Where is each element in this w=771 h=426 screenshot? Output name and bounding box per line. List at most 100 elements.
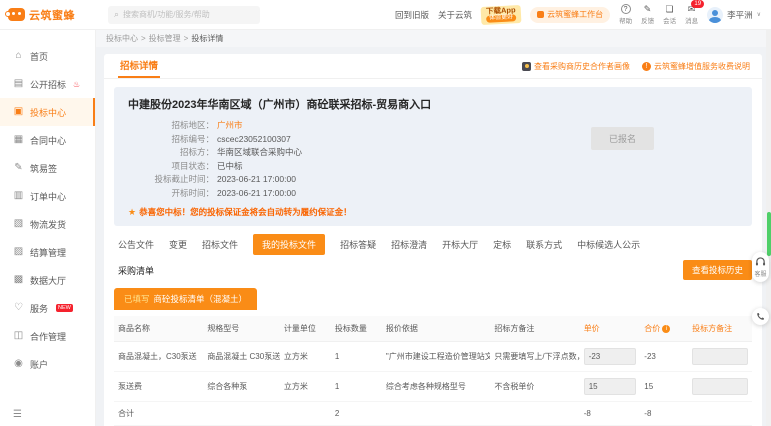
tab-winner-publicity[interactable]: 中标候选人公示 <box>577 238 640 251</box>
cell-total-label: 合计 <box>114 402 203 426</box>
win-notice-text: 恭喜您中标！您的投标保证金将会自动转为履约保证金！ <box>139 206 352 218</box>
tab-clarification[interactable]: 招标澄清 <box>391 238 427 251</box>
about-link[interactable]: 关于云筑 <box>438 9 472 21</box>
tab-announcement-files[interactable]: 公告文件 <box>118 238 154 251</box>
tab-changes[interactable]: 变更 <box>169 238 187 251</box>
download-app-badge[interactable]: 下载App 体验更好 <box>481 5 522 25</box>
sidebar-item-bid-center[interactable]: ▣ 投标中心 <box>0 98 95 126</box>
sidebar-item-data-hall[interactable]: ▩ 数据大厅 <box>0 266 95 294</box>
data-hall-icon: ▩ <box>13 275 24 285</box>
purchaser-portrait-link[interactable]: 查看采购商历史合作者画像 <box>522 61 630 72</box>
sidebar-item-settlement[interactable]: ▨ 结算管理 <box>0 238 95 266</box>
content-scroll-area[interactable]: 招标详情 查看采购商历史合作者画像 ! 云筑蜜蜂增值服务收费说明 <box>96 47 771 426</box>
sidebar-item-label: 物流发货 <box>30 218 66 231</box>
tab-contact[interactable]: 联系方式 <box>526 238 562 251</box>
cell-product-name: 商品混凝土，C30泵送 <box>114 342 203 372</box>
field-value: 2023-06-21 17:00:00 <box>217 173 296 187</box>
field-open-time: 开标时间： 2023-06-21 17:00:00 <box>128 187 738 201</box>
col-product-name: 商品名称 <box>114 316 203 342</box>
breadcrumb-item[interactable]: 投标管理 <box>149 33 181 44</box>
top-right-area: 回到旧版 关于云筑 下载App 体验更好 云筑蜜蜂工作台 ? 帮助 ✎ 反馈 <box>395 4 771 25</box>
workspace-icon <box>537 11 544 18</box>
feedback-button[interactable]: ✎ 反馈 <box>641 4 654 25</box>
account-icon: ◉ <box>13 359 24 369</box>
chat-button[interactable]: ❏ 会话 <box>663 4 676 25</box>
col-unit-price: 单价 <box>580 316 641 342</box>
sidebar-item-account[interactable]: ◉ 账户 <box>0 350 95 378</box>
tab-bid-documents[interactable]: 招标文件 <box>202 238 238 251</box>
bid-center-icon: ▣ <box>13 107 24 117</box>
open-bidding-icon: ▤ <box>13 79 24 89</box>
top-bar: 云筑蜜蜂 ⌕ 回到旧版 关于云筑 下载App 体验更好 云筑蜜蜂工作台 ? 帮助 <box>0 0 771 30</box>
breadcrumb: 投标中心 > 投标管理 > 投标详情 <box>96 30 771 47</box>
sidebar-item-label: 首页 <box>30 50 48 63</box>
sidebar-item-label: 合同中心 <box>30 134 66 147</box>
cell-unit: 立方米 <box>280 342 331 372</box>
tab-opening-hall[interactable]: 开标大厅 <box>442 238 478 251</box>
sidebar-item-services[interactable]: ♡ 服务 NEW <box>0 294 95 322</box>
field-label: 项目状态： <box>128 160 214 174</box>
app-logo[interactable]: 云筑蜜蜂 <box>0 7 96 23</box>
sidebar-item-logistics[interactable]: ▧ 物流发货 <box>0 210 95 238</box>
tab-award[interactable]: 定标 <box>493 238 511 251</box>
sidebar: ⌂ 首页 ▤ 公开招标 ♨ ▣ 投标中心 ▦ 合同中心 ✎ 筑易签 ▥ <box>0 30 96 426</box>
info-icon[interactable]: i <box>662 325 670 333</box>
sheet-tab-label: 商砼投标清单（混凝土） <box>154 293 248 305</box>
bidder-remark-input[interactable] <box>692 348 748 365</box>
cell-price-basis: "广州市建设工程造价管理站文件... <box>382 342 490 372</box>
cooperation-icon: ◫ <box>13 331 24 341</box>
workspace-badge[interactable]: 云筑蜜蜂工作台 <box>530 7 610 23</box>
field-label: 开标时间： <box>128 187 214 201</box>
sidebar-item-label: 账户 <box>30 358 48 371</box>
cell-spec: 综合各种泵 <box>203 372 280 402</box>
message-button[interactable]: ✉ 消息 19 <box>685 4 698 25</box>
bee-robot-logo-icon <box>8 8 25 21</box>
chat-label: 会话 <box>663 15 676 25</box>
field-label: 招标编号： <box>128 133 214 147</box>
unit-price-input[interactable] <box>584 348 637 365</box>
vertical-scrollbar[interactable] <box>766 30 771 426</box>
breadcrumb-item[interactable]: 投标中心 <box>106 33 138 44</box>
search-icon: ⌕ <box>114 10 119 19</box>
scrollbar-thumb[interactable] <box>767 212 771 256</box>
bidder-remark-input[interactable] <box>692 378 748 395</box>
app-window: 云筑蜜蜂 ⌕ 回到旧版 关于云筑 下载App 体验更好 云筑蜜蜂工作台 ? 帮助 <box>0 0 771 426</box>
sidebar-item-home[interactable]: ⌂ 首页 <box>0 42 95 70</box>
bid-title: 中建股份2023年华南区域（广州市）商砼联采招标-贸易商入口 <box>128 96 738 112</box>
sidebar-item-label: 服务 <box>30 302 48 315</box>
tab-my-bid-documents[interactable]: 我的投标文件 <box>253 234 325 255</box>
field-deadline: 投标截止时间： 2023-06-21 17:00:00 <box>128 173 738 187</box>
sidebar-collapse-icon[interactable]: ☰ <box>13 409 22 420</box>
global-search[interactable]: ⌕ <box>108 6 260 24</box>
sidebar-item-open-bidding[interactable]: ▤ 公开招标 ♨ <box>0 70 95 98</box>
concrete-sheet-tab[interactable]: 已填写 商砼投标清单（混凝土） <box>114 288 257 310</box>
tab-qa[interactable]: 招标答疑 <box>340 238 376 251</box>
table-row: 泵送费 综合各种泵 立方米 1 综合考虑各种规格型号 不含税单价 15 <box>114 372 752 402</box>
registered-button[interactable]: 已报名 <box>591 127 654 150</box>
search-input[interactable] <box>123 10 254 19</box>
help-button[interactable]: ? 帮助 <box>619 4 632 25</box>
feedback-label: 反馈 <box>641 15 654 25</box>
sidebar-item-contract-center[interactable]: ▦ 合同中心 <box>0 126 95 154</box>
fee-link-label: 云筑蜜蜂增值服务收费说明 <box>654 61 750 72</box>
cell-total-qty: 2 <box>331 402 382 426</box>
field-label: 招标方： <box>128 146 214 160</box>
view-bid-history-button[interactable]: 查看投标历史 <box>683 260 752 280</box>
sidebar-item-cooperation[interactable]: ◫ 合作管理 <box>0 322 95 350</box>
filled-status-label: 已填写 <box>124 293 150 305</box>
headset-icon <box>755 257 766 267</box>
sidebar-item-order-center[interactable]: ▥ 订单中心 <box>0 182 95 210</box>
col-owner-remark: 招标方备注 <box>490 316 579 342</box>
unit-price-input[interactable] <box>584 378 637 395</box>
old-version-link[interactable]: 回到旧版 <box>395 9 429 21</box>
service-fee-link[interactable]: ! 云筑蜜蜂增值服务收费说明 <box>642 61 750 72</box>
tab-bid-detail[interactable]: 招标详情 <box>118 54 160 78</box>
customer-service-widget[interactable]: 客服 <box>752 252 769 282</box>
sidebar-item-esign[interactable]: ✎ 筑易签 <box>0 154 95 182</box>
logistics-icon: ▧ <box>13 219 24 229</box>
phone-contact-button[interactable] <box>752 308 769 325</box>
user-menu[interactable]: 李平洲 ∨ <box>707 7 761 23</box>
cell-total-unit-price: -8 <box>580 402 641 426</box>
purchase-table-header-row: 商品名称 规格型号 计量单位 投标数量 报价依据 招标方备注 单价 合价i 投标… <box>114 316 752 342</box>
purchase-table: 商品名称 规格型号 计量单位 投标数量 报价依据 招标方备注 单价 合价i 投标… <box>114 316 752 426</box>
